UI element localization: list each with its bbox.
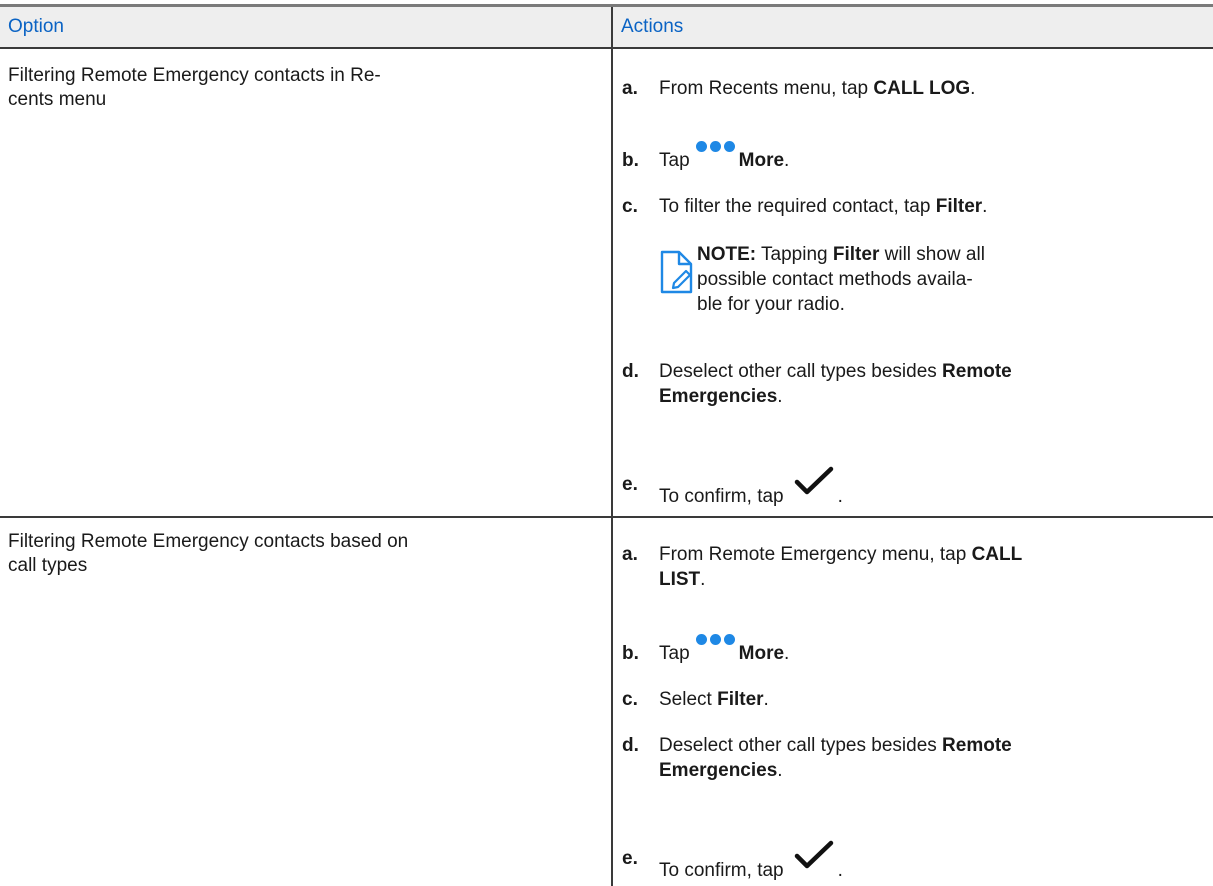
step-letter: e.: [622, 474, 638, 495]
note-text-post: will show all: [879, 244, 985, 265]
step-text-bold: Filter: [935, 196, 983, 217]
header-option: Option: [8, 16, 64, 37]
step-letter: b.: [622, 643, 639, 664]
step-letter: c.: [622, 689, 638, 710]
step-text-pre: From Recents menu, tap: [659, 78, 874, 99]
step-text-post: .: [970, 78, 976, 99]
step-letter: a.: [622, 78, 638, 99]
step-text-pre: To filter the required contact, tap: [659, 196, 936, 217]
step-text-pre: Deselect other call types besides: [659, 735, 943, 756]
header-divider: [0, 47, 1213, 49]
step-text: To confirm, tap.: [659, 466, 1179, 509]
table-header-row: [0, 7, 1213, 47]
step-text: From Remote Emergency menu, tap CALL LIST…: [659, 542, 1179, 592]
step-text-pre: Tap: [659, 150, 690, 171]
step-text-post: .: [982, 196, 988, 217]
checkmark-icon: [794, 466, 833, 495]
step-letter: d.: [622, 735, 639, 756]
option-line: cents menu: [8, 89, 107, 110]
note-icon: [660, 250, 693, 294]
step-text-bold: More: [738, 150, 785, 171]
step-text-pre: Select: [659, 689, 718, 710]
table-row-1-option: Filtering Remote Emergency contacts in R…: [8, 64, 593, 112]
step-text-post: .: [784, 150, 790, 171]
option-line: Filtering Remote Emergency contacts in R…: [8, 65, 381, 86]
row-divider: [0, 516, 1213, 518]
step-text-bold: LIST: [659, 569, 701, 590]
step-text-post: .: [700, 569, 706, 590]
note-text-bold: Filter: [832, 244, 880, 265]
step-text-bold: Remote: [942, 735, 1012, 756]
step-text-bold: Emergencies: [659, 760, 778, 781]
checkmark-icon: [794, 840, 833, 869]
table-top-rule: [0, 4, 1213, 7]
step-text-bold: CALL LOG: [873, 78, 971, 99]
note-label: NOTE:: [697, 244, 757, 265]
note-line: possible contact methods availa-: [697, 269, 973, 290]
step-text-post: .: [777, 760, 783, 781]
step-text-post: .: [784, 643, 790, 664]
step-text-pre: Deselect other call types besides: [659, 361, 943, 382]
step-text-bold: Filter: [717, 689, 764, 710]
step-letter: a.: [622, 544, 638, 565]
step-letter: d.: [622, 361, 639, 382]
more-dots-icon: [695, 634, 735, 645]
step-text-bold: CALL: [971, 544, 1023, 565]
column-divider: [611, 7, 613, 886]
step-text: From Recents menu, tap CALL LOG.: [659, 76, 1179, 101]
step-text-post: .: [763, 689, 769, 710]
option-line: Filtering Remote Emergency contacts base…: [8, 531, 409, 552]
step-text-bold: Remote: [942, 361, 1012, 382]
step-text-post: .: [837, 486, 843, 507]
step-text: Tap More.: [659, 634, 1179, 666]
step-text-pre: Tap: [659, 643, 690, 664]
option-line: call types: [8, 555, 88, 576]
step-text: To confirm, tap.: [659, 840, 1179, 883]
step-text-pre: To confirm, tap: [659, 860, 784, 881]
step-text-pre: From Remote Emergency menu, tap: [659, 544, 972, 565]
step-text: Deselect other call types besides Remote…: [659, 733, 1179, 783]
step-text: Select Filter.: [659, 687, 1179, 712]
step-text: Deselect other call types besides Remote…: [659, 359, 1179, 409]
step-letter: e.: [622, 848, 638, 869]
note-text: NOTE: Tapping Filter will show all possi…: [697, 242, 1027, 317]
step-text-post: .: [837, 860, 843, 881]
step-text-pre: To confirm, tap: [659, 486, 784, 507]
table-row-2-option: Filtering Remote Emergency contacts base…: [8, 530, 593, 578]
note-text-pre: Tapping: [756, 244, 833, 265]
step-text-bold: More: [738, 643, 785, 664]
header-actions: Actions: [621, 16, 684, 37]
more-dots-icon: [695, 141, 735, 152]
step-text: Tap More.: [659, 141, 1179, 173]
step-text-post: .: [777, 386, 783, 407]
note-line: NOTE: Tapping Filter will show all: [697, 242, 1027, 267]
step-text-bold: Emergencies: [659, 386, 778, 407]
step-letter: c.: [622, 196, 638, 217]
options-table: Option Actions Filtering Remote Emergenc…: [0, 0, 1213, 886]
step-letter: b.: [622, 150, 639, 171]
step-text: To filter the required contact, tap Filt…: [659, 194, 1179, 219]
note-line: ble for your radio.: [697, 294, 845, 315]
